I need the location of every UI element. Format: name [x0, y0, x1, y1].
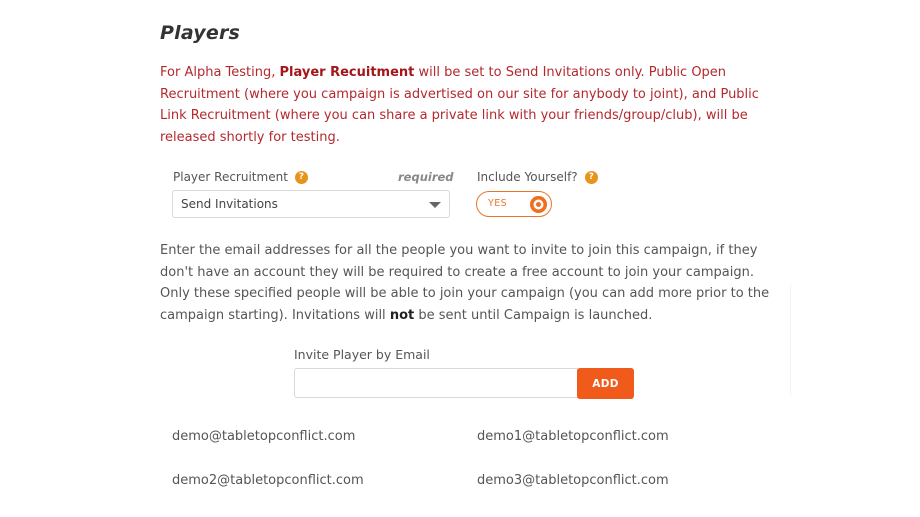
player-recruitment-select[interactable]: Send Invitations: [172, 190, 450, 218]
invite-instructions: Enter the email addresses for all the pe…: [160, 240, 780, 326]
notice-highlight: Player Recuitment: [279, 65, 415, 80]
section-title: Players: [160, 22, 241, 44]
invited-email: demo2@tabletopconflict.com: [172, 473, 364, 488]
instructions-after: be sent until Campaign is launched.: [414, 307, 653, 323]
toggle-knob[interactable]: [530, 195, 547, 213]
divider: [790, 285, 791, 395]
toggle-state-label: YES: [488, 198, 508, 209]
include-yourself-toggle[interactable]: YES: [476, 191, 552, 217]
selected-value: Send Invitations: [181, 197, 278, 211]
required-indicator: required: [398, 170, 454, 184]
question-circle-icon[interactable]: ?: [294, 170, 308, 184]
include-yourself-label-row: Include Yourself? ?: [477, 170, 598, 184]
invited-email: demo1@tabletopconflict.com: [477, 429, 669, 444]
player-recruitment-label-row: Player Recruitment ?: [173, 170, 308, 184]
instructions-emphasis: not: [389, 307, 415, 323]
question-circle-icon[interactable]: ?: [584, 170, 598, 184]
alpha-testing-notice: For Alpha Testing, Player Recuitment wil…: [160, 62, 780, 148]
add-button[interactable]: ADD: [577, 368, 634, 399]
invite-email-input[interactable]: [294, 368, 578, 398]
player-recruitment-label: Player Recruitment: [173, 170, 288, 184]
notice-prefix: For Alpha Testing,: [160, 65, 280, 80]
chevron-down-icon: [429, 202, 441, 208]
invited-email: demo3@tabletopconflict.com: [477, 473, 669, 488]
include-yourself-label: Include Yourself?: [477, 170, 578, 184]
invite-email-label: Invite Player by Email: [294, 347, 430, 362]
invited-email: demo@tabletopconflict.com: [172, 429, 356, 444]
players-section: Players For Alpha Testing, Player Recuit…: [0, 0, 920, 517]
